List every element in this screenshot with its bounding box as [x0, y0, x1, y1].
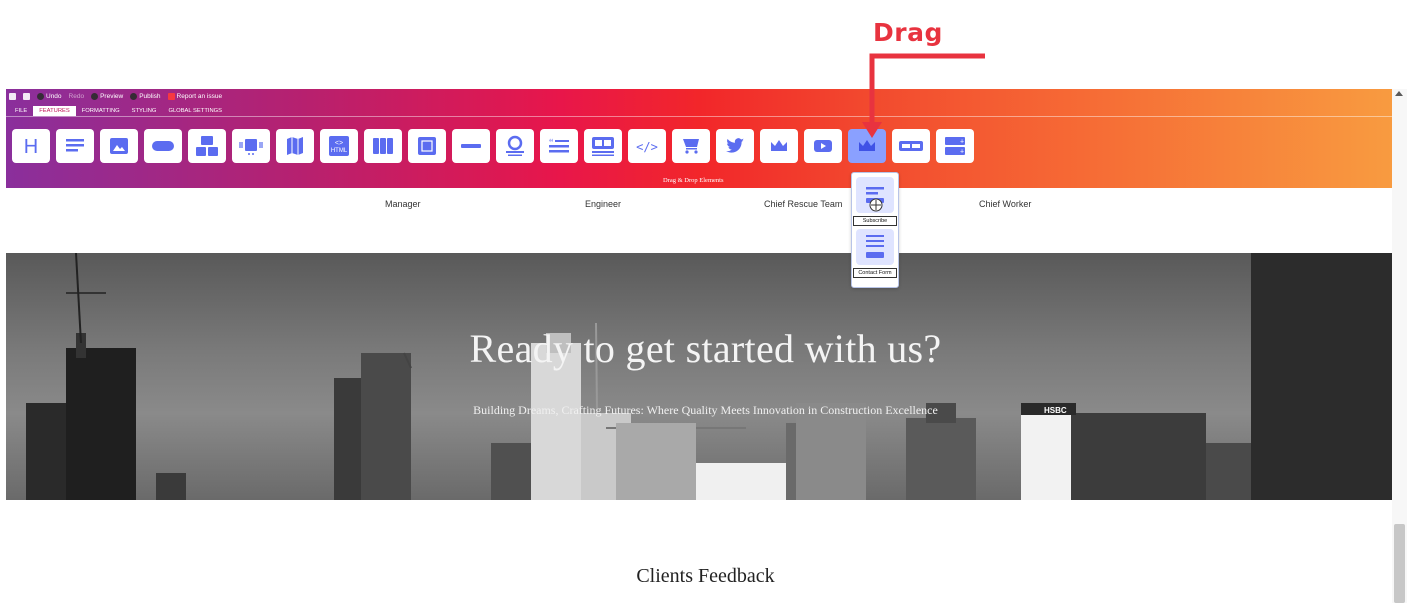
cart-icon [683, 139, 699, 154]
city-skyline-image: HSBC [26, 253, 1251, 500]
team-icon [506, 135, 524, 156]
subscribe-label: Subscribe [853, 216, 897, 226]
tool-gallery[interactable] [188, 129, 226, 163]
report-icon [167, 92, 175, 100]
card-icon [592, 137, 614, 156]
page-scrollbar-thumb[interactable] [1394, 524, 1405, 603]
preview-label: Preview [100, 92, 124, 100]
tabs-divider [6, 116, 1392, 117]
columns-icon [373, 138, 393, 154]
team-role-chief-rescue: Chief Rescue Team [764, 199, 843, 209]
contact-form-icon [866, 235, 884, 258]
svg-text:<>: <> [335, 140, 343, 147]
tool-crown[interactable] [760, 129, 798, 163]
two-buttons-icon [899, 141, 923, 151]
move-cursor-icon [869, 198, 883, 212]
tab-global-settings[interactable]: GLOBAL SETTINGS [162, 106, 228, 116]
drag-annotation-label: Drag [873, 18, 943, 47]
element-palette: H HTML <> “ </> + + [12, 129, 974, 163]
tool-heading[interactable]: H [12, 129, 50, 163]
image-icon [110, 138, 128, 154]
publish-button[interactable]: Publish [130, 92, 161, 100]
tab-formatting[interactable]: FORMATTING [76, 106, 126, 116]
svg-text:+: + [960, 149, 964, 156]
redo-button[interactable]: Redo [69, 93, 85, 100]
tool-map[interactable] [276, 129, 314, 163]
tab-file[interactable]: FILE [9, 106, 33, 116]
tool-columns[interactable] [364, 129, 402, 163]
quote-icon: “ [549, 138, 569, 153]
tool-two-buttons[interactable] [892, 129, 930, 163]
forms-dropdown: Subscribe Contact Form [851, 172, 899, 288]
gallery-icon [196, 136, 218, 156]
hero-banner: HSBC [6, 253, 1251, 500]
publish-label: Publish [139, 92, 161, 100]
app-menu-button[interactable] [9, 92, 16, 100]
tool-form[interactable]: + + [936, 129, 974, 163]
tab-styling[interactable]: STYLING [126, 106, 163, 116]
app-icon [9, 92, 16, 100]
tool-box[interactable] [408, 129, 446, 163]
tool-card[interactable] [584, 129, 622, 163]
tool-cart[interactable] [672, 129, 710, 163]
undo-button[interactable]: Undo [37, 92, 62, 100]
form-icon: ++ [945, 137, 965, 156]
crown-icon [859, 140, 875, 151]
paragraph-icon [66, 139, 84, 152]
save-button[interactable] [23, 92, 30, 100]
hero-title: Ready to get started with us? [469, 326, 942, 371]
hero-subtitle: Building Dreams, Crafting Futures: Where… [473, 403, 938, 417]
tool-button[interactable] [144, 129, 182, 163]
undo-icon [37, 92, 44, 100]
tool-paragraph[interactable] [56, 129, 94, 163]
tool-team[interactable] [496, 129, 534, 163]
contact-form-option[interactable] [856, 229, 894, 265]
svg-text:+: + [960, 139, 964, 146]
tool-image[interactable] [100, 129, 138, 163]
preview-button[interactable]: Preview [91, 92, 124, 100]
clients-feedback-heading: Clients Feedback [636, 565, 775, 587]
box-icon [418, 137, 436, 155]
scroll-up-arrow-icon[interactable] [1395, 91, 1403, 96]
team-role-manager: Manager [385, 199, 421, 209]
divider-icon [461, 144, 481, 148]
tab-features[interactable]: FEATURES [33, 106, 76, 116]
crown-icon [771, 140, 787, 151]
report-issue-button[interactable]: Report an issue [167, 92, 223, 100]
heading-icon: H [24, 136, 38, 157]
contact-form-label: Contact Form [853, 268, 897, 278]
map-icon [287, 137, 303, 155]
button-icon [152, 141, 174, 151]
tool-slider[interactable] [232, 129, 270, 163]
page: Drag Undo Redo Preview Publish Report an… [0, 0, 1411, 603]
team-role-engineer: Engineer [585, 199, 622, 209]
html-icon: HTML<> [329, 136, 349, 156]
drag-drop-caption: Drag & Drop Elements [663, 177, 724, 184]
svg-text:H: H [24, 136, 38, 157]
tool-quote[interactable]: “ [540, 129, 578, 163]
svg-text:</>: </> [636, 140, 658, 154]
slider-icon [239, 139, 263, 155]
twitter-icon [726, 138, 744, 153]
editor-toolbar: Undo Redo Preview Publish Report an issu… [6, 89, 1392, 188]
code-icon: </> [636, 140, 658, 154]
editor-topbar: Undo Redo Preview Publish Report an issu… [6, 89, 1392, 103]
save-icon [23, 92, 30, 100]
svg-text:HTML: HTML [331, 148, 348, 154]
report-label: Report an issue [176, 92, 223, 100]
tool-code[interactable]: </> [628, 129, 666, 163]
youtube-icon [814, 140, 832, 152]
redo-label: Redo [68, 92, 85, 100]
tool-youtube[interactable] [804, 129, 842, 163]
tool-html[interactable]: HTML <> [320, 129, 358, 163]
eye-icon [91, 92, 99, 100]
publish-icon [130, 92, 138, 100]
hero-side-panel [1251, 253, 1392, 500]
tool-divider[interactable] [452, 129, 490, 163]
editor-tabs: FILE FEATURES FORMATTING STYLING GLOBAL … [9, 106, 228, 116]
tool-twitter[interactable] [716, 129, 754, 163]
team-role-chief-worker: Chief Worker [979, 199, 1032, 209]
tool-forms[interactable] [848, 129, 886, 163]
undo-label: Undo [46, 92, 62, 100]
